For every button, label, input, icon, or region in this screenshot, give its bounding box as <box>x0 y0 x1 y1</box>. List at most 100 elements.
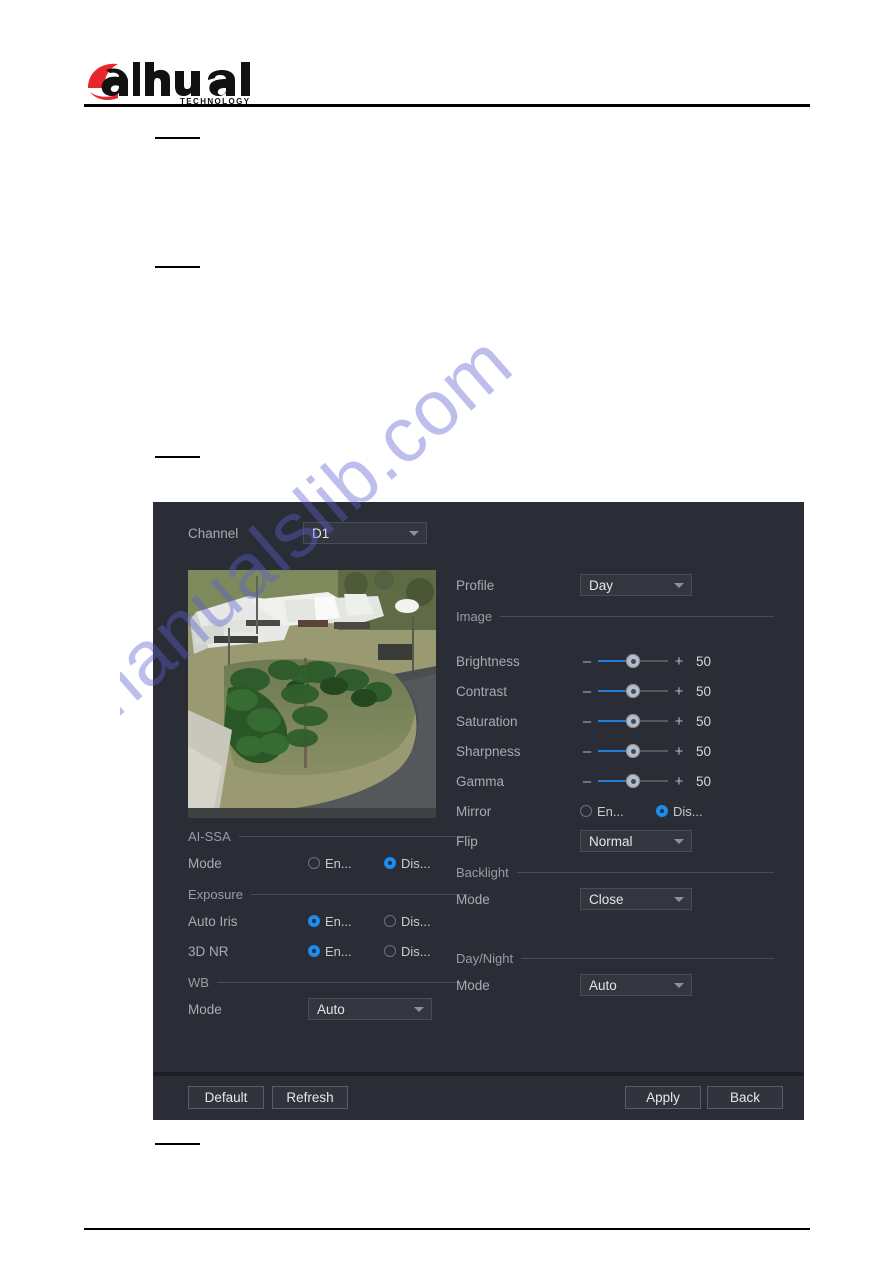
right-settings-column: Profile Day Image Brightness – + 50 Cont… <box>456 570 774 1000</box>
wb-heading-text: WB <box>188 974 209 990</box>
daynight-mode-select[interactable]: Auto <box>580 974 692 996</box>
increase-icon[interactable]: + <box>672 684 686 699</box>
mirror-radios: En... Dis... <box>580 804 732 819</box>
3d-nr-disable-radio[interactable]: Dis... <box>384 944 460 959</box>
channel-select[interactable]: D1 <box>303 522 427 544</box>
backlight-mode-select[interactable]: Close <box>580 888 692 910</box>
auto-iris-disable-label: Dis... <box>401 913 431 929</box>
profile-select[interactable]: Day <box>580 574 692 596</box>
backlight-mode-value: Close <box>589 892 624 907</box>
aissa-heading-text: AI-SSA <box>188 828 231 844</box>
wb-mode-value: Auto <box>317 1002 345 1017</box>
mirror-disable-radio[interactable]: Dis... <box>656 804 732 819</box>
decrease-icon[interactable]: – <box>580 744 594 759</box>
slider-knob[interactable] <box>626 684 640 698</box>
apply-button[interactable]: Apply <box>625 1086 701 1109</box>
footer-rule <box>84 1228 810 1230</box>
saturation-value: 50 <box>696 713 712 729</box>
3d-nr-disable-label: Dis... <box>401 943 431 959</box>
radio-icon <box>384 915 396 927</box>
radio-icon <box>308 915 320 927</box>
auto-iris-enable-radio[interactable]: En... <box>308 914 384 929</box>
increase-icon[interactable]: + <box>672 654 686 669</box>
contrast-value: 50 <box>696 683 712 699</box>
mirror-label: Mirror <box>456 803 492 819</box>
sharpness-value: 50 <box>696 743 712 759</box>
left-settings-column: AI-SSA Mode En... Dis... Exposure Auto I… <box>188 820 471 1024</box>
radio-icon <box>308 857 320 869</box>
flip-value: Normal <box>589 834 633 849</box>
contrast-row: Contrast – + 50 <box>456 676 774 706</box>
divider <box>238 835 471 837</box>
gamma-value: 50 <box>696 773 712 789</box>
dialog-footer: Default Refresh Apply Back <box>153 1076 804 1120</box>
mirror-disable-label: Dis... <box>673 803 703 819</box>
slider-track[interactable] <box>598 684 668 698</box>
divider <box>521 957 774 959</box>
auto-iris-row: Auto Iris En... Dis... <box>188 906 471 936</box>
brightness-slider[interactable]: – + 50 <box>580 654 724 669</box>
decrease-icon[interactable]: – <box>580 654 594 669</box>
mirror-enable-radio[interactable]: En... <box>580 804 656 819</box>
daynight-mode-label: Mode <box>456 977 490 993</box>
divider <box>216 981 471 983</box>
slider-knob[interactable] <box>626 744 640 758</box>
slider-track[interactable] <box>598 654 668 668</box>
sharpness-label: Sharpness <box>456 743 521 759</box>
backlight-group-heading: Backlight <box>456 862 774 882</box>
aissa-mode-disable-radio[interactable]: Dis... <box>384 856 460 871</box>
chevron-down-icon <box>674 897 684 902</box>
contrast-slider[interactable]: – + 50 <box>580 684 724 699</box>
auto-iris-disable-radio[interactable]: Dis... <box>384 914 460 929</box>
brightness-label: Brightness <box>456 653 520 669</box>
daynight-mode-row: Mode Auto <box>456 970 774 1000</box>
slider-knob[interactable] <box>626 714 640 728</box>
divider <box>516 871 774 873</box>
image-settings-dialog: Channel D1 AI-SSA Mode En... Dis... Expo… <box>153 502 804 1120</box>
exposure-group-heading: Exposure <box>188 884 471 904</box>
increase-icon[interactable]: + <box>672 714 686 729</box>
decrease-icon[interactable]: – <box>580 714 594 729</box>
paragraph-marker <box>155 266 200 268</box>
decrease-icon[interactable]: – <box>580 774 594 789</box>
aissa-mode-enable-radio[interactable]: En... <box>308 856 384 871</box>
slider-knob[interactable] <box>626 774 640 788</box>
flip-select[interactable]: Normal <box>580 830 692 852</box>
3d-nr-label: 3D NR <box>188 943 229 959</box>
radio-icon <box>580 805 592 817</box>
flip-label: Flip <box>456 833 478 849</box>
backlight-mode-row: Mode Close <box>456 884 774 914</box>
gamma-label: Gamma <box>456 773 505 789</box>
wb-mode-select[interactable]: Auto <box>308 998 432 1020</box>
slider-knob[interactable] <box>626 654 640 668</box>
3d-nr-enable-radio[interactable]: En... <box>308 944 384 959</box>
saturation-slider[interactable]: – + 50 <box>580 714 724 729</box>
slider-track[interactable] <box>598 774 668 788</box>
backlight-mode-label: Mode <box>456 891 490 907</box>
aissa-mode-row: Mode En... Dis... <box>188 848 471 878</box>
increase-icon[interactable]: + <box>672 744 686 759</box>
chevron-down-icon <box>674 839 684 844</box>
daynight-group-heading: Day/Night <box>456 948 774 968</box>
back-button[interactable]: Back <box>707 1086 783 1109</box>
gamma-slider[interactable]: – + 50 <box>580 774 724 789</box>
wb-group-heading: WB <box>188 972 471 992</box>
sharpness-row: Sharpness – + 50 <box>456 736 774 766</box>
slider-track[interactable] <box>598 744 668 758</box>
channel-select-value: D1 <box>312 526 330 541</box>
auto-iris-radios: En... Dis... <box>308 914 460 929</box>
slider-track[interactable] <box>598 714 668 728</box>
3d-nr-enable-label: En... <box>325 943 352 959</box>
exposure-heading-text: Exposure <box>188 886 243 902</box>
default-button[interactable]: Default <box>188 1086 264 1109</box>
increase-icon[interactable]: + <box>672 774 686 789</box>
divider <box>250 893 471 895</box>
sharpness-slider[interactable]: – + 50 <box>580 744 724 759</box>
refresh-button[interactable]: Refresh <box>272 1086 348 1109</box>
wb-mode-row: Mode Auto <box>188 994 471 1024</box>
camera-preview[interactable] <box>188 570 436 818</box>
decrease-icon[interactable]: – <box>580 684 594 699</box>
paragraph-marker <box>155 456 200 458</box>
flip-row: Flip Normal <box>456 826 774 856</box>
contrast-label: Contrast <box>456 683 508 699</box>
